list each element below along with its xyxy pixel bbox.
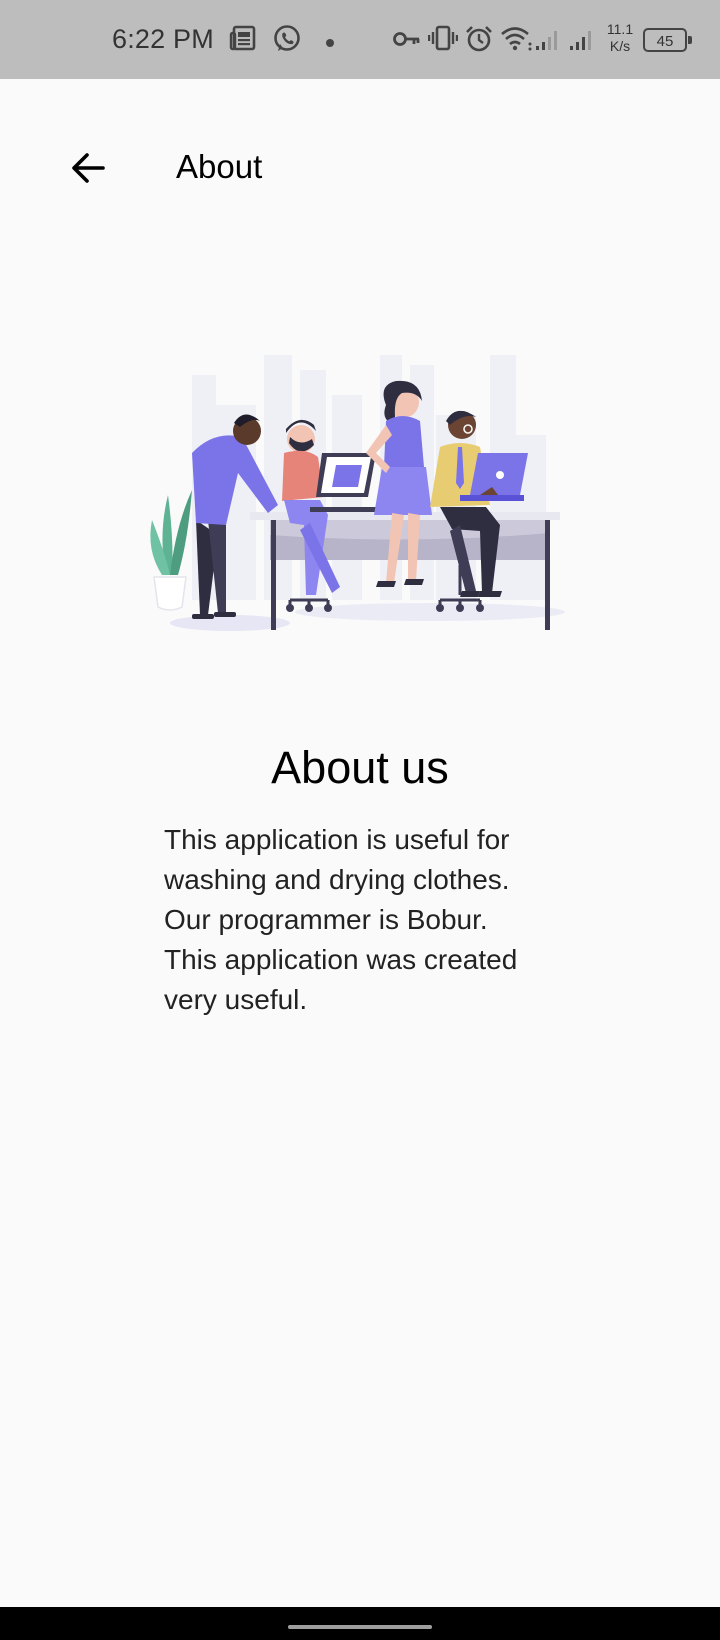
battery-level: 45 <box>656 33 674 50</box>
description-line: This application is useful for <box>164 824 510 855</box>
news-icon <box>229 24 257 57</box>
battery-icon: 45 <box>643 28 692 52</box>
signal-sim1-icon <box>535 24 563 57</box>
notification-dot-icon <box>325 35 335 53</box>
description-line: very useful. <box>164 984 308 1015</box>
description-line: Our programmer is Bobur. <box>164 904 488 935</box>
wifi-icon <box>500 24 534 57</box>
arrow-left-icon <box>70 151 106 190</box>
whatsapp-icon <box>272 24 302 59</box>
network-speed-value: 11.1 <box>606 21 634 37</box>
home-indicator[interactable] <box>288 1625 432 1629</box>
battery-fill: 45 <box>647 32 683 50</box>
team-collaboration-illustration <box>140 345 580 635</box>
status-bar: 6:22 PM 11.1 K/s 45 <box>0 0 720 79</box>
alarm-icon <box>464 24 494 59</box>
description-line: washing and drying clothes. <box>164 864 510 895</box>
about-us-description: This application is useful for washing a… <box>164 820 584 1020</box>
page-title: About <box>176 148 263 185</box>
vibrate-icon <box>427 24 459 57</box>
network-speed-unit: K/s <box>609 38 631 54</box>
about-us-heading: About us <box>271 742 449 793</box>
signal-sim2-icon <box>569 24 597 57</box>
vpn-key-icon <box>393 28 421 55</box>
status-time: 6:22 PM <box>112 24 214 54</box>
network-speed: 11.1 K/s <box>603 21 637 55</box>
description-line: This application was created <box>164 944 518 975</box>
system-navigation-bar <box>0 1607 720 1640</box>
back-button[interactable] <box>64 146 112 194</box>
